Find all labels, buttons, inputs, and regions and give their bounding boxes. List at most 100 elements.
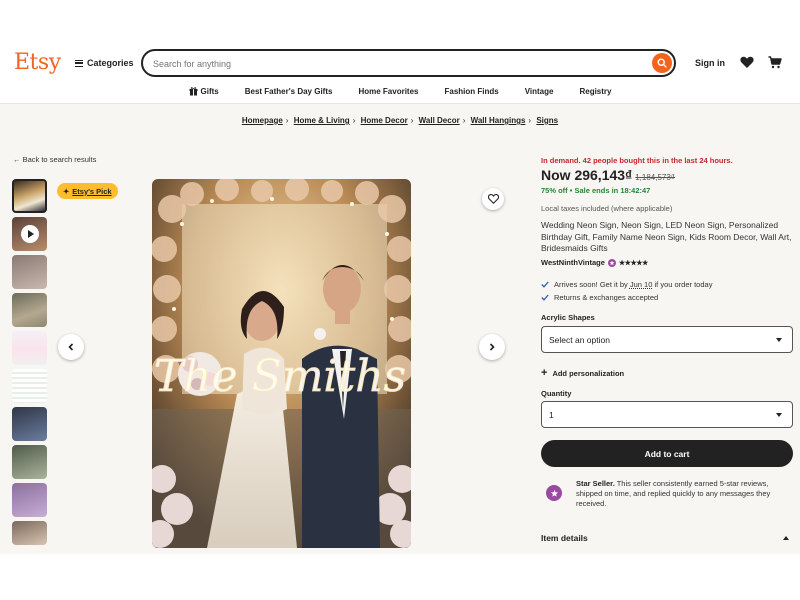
thumbnail-5[interactable] (12, 331, 47, 365)
demand-notice: In demand. 42 people bought this in the … (541, 156, 733, 165)
star-seller-text: Star Seller. This seller consistently ea… (576, 479, 794, 509)
cart-icon (768, 56, 782, 69)
arrival-prefix: Arrives soon! Get it by (554, 280, 630, 289)
thumbnail-6[interactable] (12, 369, 47, 403)
nav-item-home-favorites[interactable]: Home Favorites (345, 84, 431, 98)
heart-outline-icon (487, 194, 499, 204)
prev-image-button[interactable] (58, 334, 84, 360)
breadcrumb-link[interactable]: Homepage (242, 116, 283, 125)
cart-button[interactable] (768, 56, 782, 74)
next-image-button[interactable] (479, 334, 505, 360)
thumbnail-4[interactable] (12, 293, 47, 327)
category-nav: Gifts Best Father's Day Gifts Home Favor… (0, 84, 800, 104)
nav-item-registry[interactable]: Registry (566, 84, 624, 98)
chevron-right-icon (489, 343, 495, 351)
original-price: 1,184,573₫ (635, 173, 675, 182)
categories-button[interactable]: Categories (75, 58, 134, 68)
nav-label: Registry (579, 86, 612, 96)
favorites-button[interactable] (740, 56, 754, 74)
nav-item-fathers-day[interactable]: Best Father's Day Gifts (232, 84, 346, 98)
arrival-suffix: if you order today (652, 280, 713, 289)
quantity-label: Quantity (541, 389, 572, 398)
nav-item-vintage[interactable]: Vintage (512, 84, 567, 98)
badge-label: Etsy's Pick (72, 186, 112, 196)
play-icon (20, 225, 39, 243)
product-title: Wedding Neon Sign, Neon Sign, LED Neon S… (541, 220, 792, 253)
option-label: Acrylic Shapes (541, 313, 595, 322)
item-details-label: Item details (541, 533, 588, 543)
quantity-select[interactable]: 1 (541, 401, 793, 428)
plus-icon: + (541, 367, 548, 379)
nav-label: Home Favorites (358, 86, 419, 96)
sign-in-link[interactable]: Sign in (695, 58, 725, 68)
seller-info: WestNinthVintage ★★★★★ (541, 258, 648, 267)
check-icon (541, 294, 549, 301)
personalization-label: Add personalization (552, 368, 625, 378)
neon-sign-text: The Smiths (154, 351, 406, 402)
star-seller-title: Star Seller. (576, 479, 615, 488)
nav-item-gifts[interactable]: Gifts (176, 84, 232, 98)
arrow-left-icon: ← (13, 155, 21, 164)
thumbnail-7[interactable] (12, 407, 47, 441)
current-price: Now 296,143₫ (541, 167, 633, 183)
categories-label: Categories (87, 58, 134, 68)
item-details-toggle[interactable]: Item details (541, 533, 793, 543)
back-to-results-link[interactable]: ← Back to search results (13, 155, 96, 164)
add-personalization-button[interactable]: + Add personalization (541, 367, 624, 379)
star-seller-icon (546, 485, 562, 501)
thumbnail-video[interactable] (12, 217, 47, 251)
breadcrumb-link[interactable]: Home Decor (361, 116, 408, 125)
top-bar: Etsy Categories Sign in (0, 44, 800, 84)
etsys-pick-badge[interactable]: ✦ Etsy's Pick (57, 183, 118, 199)
discount-label: 75% off (541, 186, 568, 195)
breadcrumb-link[interactable]: Wall Decor (419, 116, 460, 125)
search-bar (141, 49, 676, 77)
acrylic-shapes-select[interactable]: Select an option (541, 326, 793, 353)
rating-stars[interactable]: ★★★★★ (619, 259, 648, 267)
gift-icon (189, 86, 197, 95)
breadcrumb-link[interactable]: Home & Living (294, 116, 350, 125)
etsy-logo[interactable]: Etsy (14, 50, 61, 75)
arrival-info: Arrives soon! Get it by Jun 10 if you or… (541, 280, 712, 289)
search-input[interactable] (153, 57, 623, 71)
caret-down-icon (776, 338, 782, 342)
listing-content: Homepage › Home & Living › Home Decor › Wal… (0, 104, 800, 554)
caret-down-icon (776, 413, 782, 417)
thumbnail-3[interactable] (12, 255, 47, 289)
sparkle-icon: ✦ (63, 186, 70, 196)
check-icon (541, 281, 549, 288)
breadcrumb-separator: › (462, 116, 466, 125)
arrival-date[interactable]: Jun 10 (630, 280, 653, 289)
search-icon (657, 58, 667, 68)
thumbnail-9[interactable] (12, 483, 47, 517)
select-value: 1 (549, 409, 554, 420)
thumbnail-strip (12, 179, 48, 549)
breadcrumb: Homepage › Home & Living › Home Decor › Wal… (0, 116, 800, 125)
breadcrumb-link[interactable]: Wall Hangings (471, 116, 526, 125)
product-image[interactable]: The Smiths (152, 179, 411, 548)
thumbnail-1[interactable] (12, 179, 47, 213)
add-to-cart-button[interactable]: Add to cart (541, 440, 793, 467)
nav-item-fashion-finds[interactable]: Fashion Finds (431, 84, 511, 98)
add-to-favorites-button[interactable] (482, 188, 504, 210)
breadcrumb-separator: › (410, 116, 414, 125)
sale-info: 75% off • Sale ends in 18:42:47 (541, 186, 650, 195)
etsy-page: Etsy Categories Sign in (0, 44, 800, 554)
search-button[interactable] (652, 53, 672, 73)
heart-icon (740, 56, 754, 68)
star-seller-badge-icon (607, 258, 616, 267)
thumbnail-10[interactable] (12, 521, 47, 545)
breadcrumb-separator: › (352, 116, 356, 125)
breadcrumb-separator: › (285, 116, 289, 125)
breadcrumb-link[interactable]: Signs (536, 116, 558, 125)
nav-label: Vintage (524, 86, 554, 96)
thumbnail-8[interactable] (12, 445, 47, 479)
nav-label: Gifts (200, 86, 219, 96)
seller-name-link[interactable]: WestNinthVintage (541, 258, 605, 267)
returns-text: Returns & exchanges accepted (554, 293, 659, 302)
sale-countdown: Sale ends in 18:42:47 (574, 186, 651, 195)
wedding-photo: The Smiths (152, 179, 411, 548)
returns-info: Returns & exchanges accepted (541, 293, 658, 302)
menu-icon (75, 59, 83, 67)
select-value: Select an option (549, 334, 610, 345)
